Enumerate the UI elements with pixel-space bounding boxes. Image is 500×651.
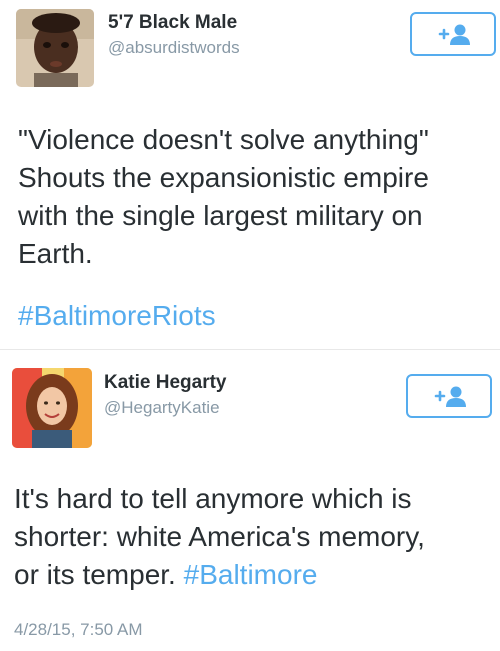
hashtag-link[interactable]: #Baltimore [184,559,318,590]
avatar[interactable] [16,9,94,87]
display-name[interactable]: 5'7 Black Male [108,12,237,34]
hashtag-link[interactable]: #BaltimoreRiots [18,300,216,332]
tweet-text: It's hard to tell anymore which is short… [14,480,484,594]
tweet-text-line: shorter: white America's memory, [14,521,425,552]
tweet-card: 5'7 Black Male @absurdistwords "Violence… [0,0,500,350]
user-handle[interactable]: @HegartyKatie [104,398,220,418]
tweet-text-line: It's hard to tell anymore which is [14,483,412,514]
tweet-text: "Violence doesn't solve anything" Shouts… [18,121,488,273]
tweet-text-line: with the single largest military on [18,200,423,231]
avatar[interactable] [12,368,92,448]
follow-button[interactable] [410,12,496,56]
user-handle[interactable]: @absurdistwords [108,38,240,58]
follow-button[interactable] [406,374,492,418]
tweet-card: Katie Hegarty @HegartyKatie It's hard to… [0,350,500,651]
display-name[interactable]: Katie Hegarty [104,372,227,394]
child-portrait-avatar [16,9,94,87]
follow-plus-person-icon [438,24,470,45]
follow-plus-person-icon [434,386,466,407]
woman-portrait-avatar [12,368,92,448]
tweet-text-fragment: or its temper. [14,559,176,590]
tweet-timestamp[interactable]: 4/28/15, 7:50 AM [14,620,143,640]
tweet-text-line: "Violence doesn't solve anything" [18,124,429,155]
tweet-text-line: Earth. [18,238,93,269]
tweet-text-line: or its temper. #Baltimore [14,556,484,594]
tweet-text-line: Shouts the expansionistic empire [18,162,429,193]
